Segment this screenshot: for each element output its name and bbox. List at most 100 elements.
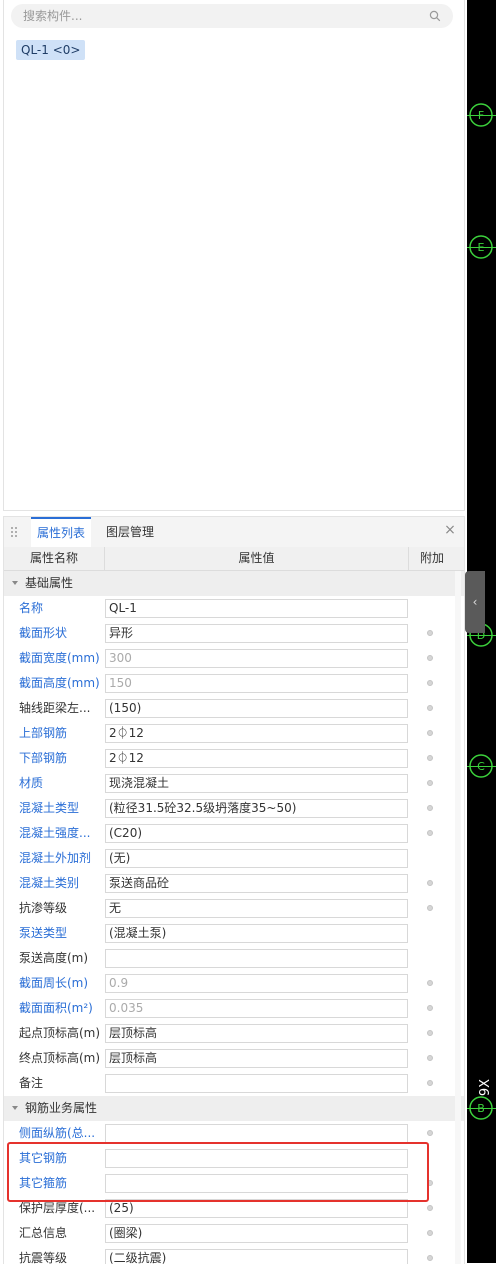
property-name: 汇总信息 <box>19 1226 68 1240</box>
axis-marker-f: F <box>469 103 493 127</box>
property-value[interactable]: 层顶标高 <box>105 1024 408 1043</box>
table-row[interactable]: 终点顶标高(m) 层顶标高 <box>4 1046 464 1071</box>
search-input[interactable] <box>23 7 423 25</box>
search-icon[interactable] <box>429 10 441 22</box>
close-icon[interactable]: × <box>444 523 456 537</box>
axis-label-b: B <box>477 1102 485 1115</box>
table-row[interactable]: 上部钢筋 2⏀12 <box>4 721 464 746</box>
extra-checkbox[interactable] <box>427 905 433 911</box>
property-value[interactable] <box>105 949 408 968</box>
axis-label-c: C <box>477 760 485 773</box>
table-row[interactable]: 混凝土类型 (粒径31.5砼32.5级坍落度35~50) <box>4 796 464 821</box>
collapse-triangle-icon[interactable] <box>12 1106 18 1110</box>
property-name: 截面周长(m) <box>19 976 89 990</box>
table-row[interactable]: 起点顶标高(m) 层顶标高 <box>4 1021 464 1046</box>
property-value[interactable]: (无) <box>105 849 408 868</box>
table-row[interactable]: 备注 <box>4 1071 464 1096</box>
property-value[interactable]: (C20) <box>105 824 408 843</box>
property-name: 上部钢筋 <box>19 726 68 740</box>
property-value[interactable]: 泵送商品砼 <box>105 874 408 893</box>
extra-checkbox[interactable] <box>427 630 433 636</box>
property-name: 截面高度(mm) <box>19 676 100 690</box>
property-value[interactable]: (圈梁) <box>105 1224 408 1243</box>
property-value[interactable]: (150) <box>105 699 408 718</box>
column-header-value[interactable]: 属性值 <box>105 547 409 570</box>
extra-checkbox[interactable] <box>427 680 433 686</box>
property-value[interactable]: 无 <box>105 899 408 918</box>
highlight-box <box>7 1142 429 1202</box>
table-row[interactable]: 截面形状 异形 <box>4 621 464 646</box>
extra-checkbox[interactable] <box>427 1205 433 1211</box>
property-value[interactable]: (二级抗震) <box>105 1249 408 1264</box>
property-value[interactable]: 2⏀12 <box>105 724 408 743</box>
table-row[interactable]: 汇总信息 (圈梁) <box>4 1221 464 1246</box>
property-value[interactable]: 现浇混凝土 <box>105 774 408 793</box>
extra-checkbox[interactable] <box>427 1005 433 1011</box>
table-row[interactable]: 混凝土类别 泵送商品砼 <box>4 871 464 896</box>
table-row[interactable]: 轴线距梁左... (150) <box>4 696 464 721</box>
group-rebar-properties[interactable]: 钢筋业务属性 <box>4 1096 464 1121</box>
extra-checkbox[interactable] <box>427 705 433 711</box>
property-value[interactable]: 异形 <box>105 624 408 643</box>
axis-marker-e: E <box>469 235 493 259</box>
column-header-extra[interactable]: 附加 <box>409 547 455 570</box>
table-row[interactable]: 抗震等级 (二级抗震) <box>4 1246 464 1264</box>
axis-label-f: F <box>478 109 484 122</box>
drag-handle-icon[interactable] <box>10 526 18 538</box>
group-basic-properties[interactable]: 基础属性 <box>4 571 464 596</box>
property-value[interactable]: 150 <box>105 674 408 693</box>
table-row[interactable]: 泵送类型 (混凝土泵) <box>4 921 464 946</box>
property-value[interactable]: 0.9 <box>105 974 408 993</box>
column-header-name[interactable]: 属性名称 <box>4 547 105 570</box>
collapse-triangle-icon[interactable] <box>12 581 18 585</box>
extra-checkbox[interactable] <box>427 755 433 761</box>
table-row[interactable]: 截面高度(mm) 150 <box>4 671 464 696</box>
extra-checkbox[interactable] <box>427 1255 433 1261</box>
extra-checkbox[interactable] <box>427 780 433 786</box>
property-value[interactable]: 层顶标高 <box>105 1049 408 1068</box>
vertical-scrollbar[interactable] <box>455 571 461 1264</box>
tab-layer-management[interactable]: 图层管理 <box>106 517 154 547</box>
table-row[interactable]: 名称 QL-1 <box>4 596 464 621</box>
grid-header: 属性名称 属性值 附加 <box>4 547 464 571</box>
table-row[interactable]: 材质 现浇混凝土 <box>4 771 464 796</box>
component-tag-ql1[interactable]: QL-1 <0> <box>16 40 86 60</box>
property-value[interactable] <box>105 1074 408 1093</box>
extra-checkbox[interactable] <box>427 980 433 986</box>
property-value[interactable]: 0.035 <box>105 999 408 1018</box>
extra-checkbox[interactable] <box>427 655 433 661</box>
extra-checkbox[interactable] <box>427 1030 433 1036</box>
property-name: 备注 <box>19 1076 44 1090</box>
extra-checkbox[interactable] <box>427 1130 433 1136</box>
tab-property-list[interactable]: 属性列表 <box>31 517 92 548</box>
property-name: 混凝土类型 <box>19 801 80 815</box>
extra-checkbox[interactable] <box>427 880 433 886</box>
property-name: 名称 <box>19 601 44 615</box>
property-value[interactable] <box>105 1124 408 1143</box>
search-box[interactable] <box>11 4 453 28</box>
table-row[interactable]: 抗渗等级 无 <box>4 896 464 921</box>
property-name: 下部钢筋 <box>19 751 68 765</box>
property-value[interactable]: 2⏀12 <box>105 749 408 768</box>
table-row[interactable]: 截面周长(m) 0.9 <box>4 971 464 996</box>
extra-checkbox[interactable] <box>427 805 433 811</box>
extra-checkbox[interactable] <box>427 1080 433 1086</box>
extra-checkbox[interactable] <box>427 1055 433 1061</box>
extra-checkbox[interactable] <box>427 1230 433 1236</box>
panel-collapse-handle[interactable]: ‹ <box>465 571 485 633</box>
table-row[interactable]: 混凝土强度... (C20) <box>4 821 464 846</box>
table-row[interactable]: 下部钢筋 2⏀12 <box>4 746 464 771</box>
table-row[interactable]: 截面面积(m²) 0.035 <box>4 996 464 1021</box>
property-value[interactable]: QL-1 <box>105 599 408 618</box>
extra-checkbox[interactable] <box>427 830 433 836</box>
axis-label-e: E <box>478 241 485 254</box>
extra-checkbox[interactable] <box>427 730 433 736</box>
property-value[interactable]: (粒径31.5砼32.5级坍落度35~50) <box>105 799 408 818</box>
table-row[interactable]: 截面宽度(mm) 300 <box>4 646 464 671</box>
group-label: 基础属性 <box>25 576 74 590</box>
property-name: 泵送类型 <box>19 926 68 940</box>
table-row[interactable]: 混凝土外加剂 (无) <box>4 846 464 871</box>
property-value[interactable]: 300 <box>105 649 408 668</box>
table-row[interactable]: 泵送高度(m) <box>4 946 464 971</box>
property-value[interactable]: (混凝土泵) <box>105 924 408 943</box>
